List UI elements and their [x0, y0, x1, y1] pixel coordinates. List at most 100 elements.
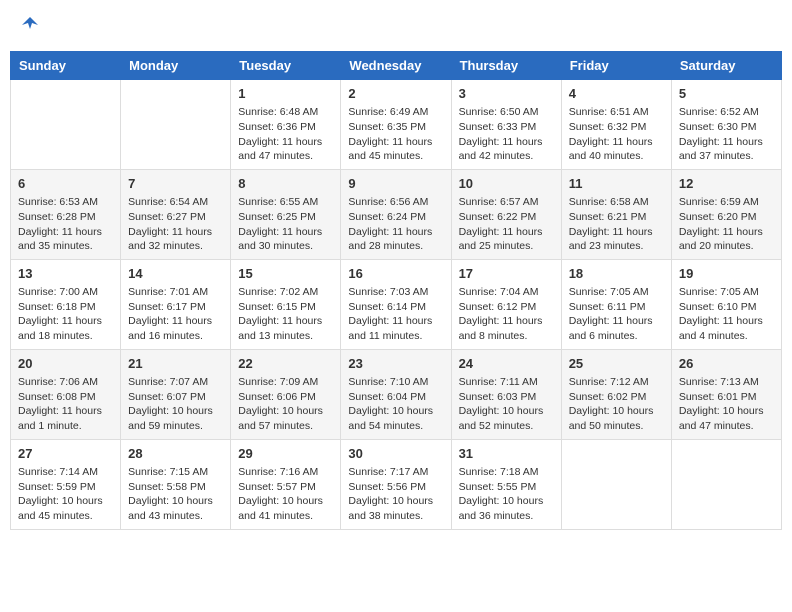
day-info: Sunrise: 7:14 AMSunset: 5:59 PMDaylight:…	[18, 465, 113, 524]
day-info: Sunrise: 7:10 AMSunset: 6:04 PMDaylight:…	[348, 375, 443, 434]
day-info: Sunrise: 7:12 AMSunset: 6:02 PMDaylight:…	[569, 375, 664, 434]
day-number: 17	[459, 265, 554, 283]
day-info: Sunrise: 6:56 AMSunset: 6:24 PMDaylight:…	[348, 195, 443, 254]
calendar-cell	[671, 439, 781, 529]
day-info: Sunrise: 7:11 AMSunset: 6:03 PMDaylight:…	[459, 375, 554, 434]
weekday-header-row: SundayMondayTuesdayWednesdayThursdayFrid…	[11, 52, 782, 80]
calendar-table: SundayMondayTuesdayWednesdayThursdayFrid…	[10, 51, 782, 530]
day-number: 7	[128, 175, 223, 193]
calendar-cell: 14Sunrise: 7:01 AMSunset: 6:17 PMDayligh…	[121, 259, 231, 349]
day-info: Sunrise: 7:00 AMSunset: 6:18 PMDaylight:…	[18, 285, 113, 344]
logo-bird-icon	[22, 15, 38, 31]
calendar-cell: 15Sunrise: 7:02 AMSunset: 6:15 PMDayligh…	[231, 259, 341, 349]
weekday-header-wednesday: Wednesday	[341, 52, 451, 80]
day-number: 12	[679, 175, 774, 193]
day-number: 22	[238, 355, 333, 373]
day-number: 26	[679, 355, 774, 373]
day-info: Sunrise: 7:04 AMSunset: 6:12 PMDaylight:…	[459, 285, 554, 344]
calendar-cell: 3 Sunrise: 6:50 AMSunset: 6:33 PMDaylight…	[451, 80, 561, 170]
calendar-cell	[121, 80, 231, 170]
day-number: 18	[569, 265, 664, 283]
calendar-cell: 29Sunrise: 7:16 AMSunset: 5:57 PMDayligh…	[231, 439, 341, 529]
day-number: 29	[238, 445, 333, 463]
day-info: Sunrise: 7:06 AMSunset: 6:08 PMDaylight:…	[18, 375, 113, 434]
day-number: 1	[238, 85, 333, 103]
day-info: Sunrise: 7:05 AMSunset: 6:11 PMDaylight:…	[569, 285, 664, 344]
day-info: Sunrise: 7:05 AMSunset: 6:10 PMDaylight:…	[679, 285, 774, 344]
calendar-cell: 27 Sunrise: 7:14 AMSunset: 5:59 PMDayligh…	[11, 439, 121, 529]
calendar-cell: 12 Sunrise: 6:59 AMSunset: 6:20 PMDayligh…	[671, 169, 781, 259]
day-info: Sunrise: 6:59 AMSunset: 6:20 PMDaylight:…	[679, 195, 774, 254]
day-info: Sunrise: 7:17 AMSunset: 5:56 PMDaylight:…	[348, 465, 443, 524]
calendar-cell: 4Sunrise: 6:51 AMSunset: 6:32 PMDaylight…	[561, 80, 671, 170]
day-info: Sunrise: 7:02 AMSunset: 6:15 PMDaylight:…	[238, 285, 333, 344]
calendar-cell: 17 Sunrise: 7:04 AMSunset: 6:12 PMDayligh…	[451, 259, 561, 349]
calendar-cell: 7 Sunrise: 6:54 AMSunset: 6:27 PMDaylight…	[121, 169, 231, 259]
day-number: 21	[128, 355, 223, 373]
day-number: 13	[18, 265, 113, 283]
day-info: Sunrise: 6:48 AMSunset: 6:36 PMDaylight:…	[238, 105, 333, 164]
day-number: 25	[569, 355, 664, 373]
day-number: 30	[348, 445, 443, 463]
calendar-cell: 2Sunrise: 6:49 AMSunset: 6:35 PMDaylight…	[341, 80, 451, 170]
day-number: 6	[18, 175, 113, 193]
calendar-week-3: 13 Sunrise: 7:00 AMSunset: 6:18 PMDayligh…	[11, 259, 782, 349]
day-number: 20	[18, 355, 113, 373]
day-number: 11	[569, 175, 664, 193]
day-info: Sunrise: 7:13 AMSunset: 6:01 PMDaylight:…	[679, 375, 774, 434]
weekday-header-thursday: Thursday	[451, 52, 561, 80]
day-info: Sunrise: 7:09 AMSunset: 6:06 PMDaylight:…	[238, 375, 333, 434]
weekday-header-saturday: Saturday	[671, 52, 781, 80]
calendar-cell: 21 Sunrise: 7:07 AMSunset: 6:07 PMDayligh…	[121, 349, 231, 439]
calendar-cell: 10 Sunrise: 6:57 AMSunset: 6:22 PMDayligh…	[451, 169, 561, 259]
day-info: Sunrise: 6:51 AMSunset: 6:32 PMDaylight:…	[569, 105, 664, 164]
calendar-cell: 24 Sunrise: 7:11 AMSunset: 6:03 PMDayligh…	[451, 349, 561, 439]
day-info: Sunrise: 7:03 AMSunset: 6:14 PMDaylight:…	[348, 285, 443, 344]
day-number: 9	[348, 175, 443, 193]
day-info: Sunrise: 6:50 AMSunset: 6:33 PMDaylight:…	[459, 105, 554, 164]
logo	[20, 15, 38, 36]
day-number: 10	[459, 175, 554, 193]
day-number: 23	[348, 355, 443, 373]
calendar-cell: 19 Sunrise: 7:05 AMSunset: 6:10 PMDayligh…	[671, 259, 781, 349]
calendar-cell: 8Sunrise: 6:55 AMSunset: 6:25 PMDaylight…	[231, 169, 341, 259]
day-info: Sunrise: 7:18 AMSunset: 5:55 PMDaylight:…	[459, 465, 554, 524]
calendar-week-4: 20 Sunrise: 7:06 AMSunset: 6:08 PMDayligh…	[11, 349, 782, 439]
day-info: Sunrise: 7:07 AMSunset: 6:07 PMDaylight:…	[128, 375, 223, 434]
calendar-cell: 22 Sunrise: 7:09 AMSunset: 6:06 PMDayligh…	[231, 349, 341, 439]
calendar-cell: 13 Sunrise: 7:00 AMSunset: 6:18 PMDayligh…	[11, 259, 121, 349]
day-info: Sunrise: 6:52 AMSunset: 6:30 PMDaylight:…	[679, 105, 774, 164]
calendar-cell: 18 Sunrise: 7:05 AMSunset: 6:11 PMDayligh…	[561, 259, 671, 349]
day-number: 28	[128, 445, 223, 463]
calendar-cell: 25 Sunrise: 7:12 AMSunset: 6:02 PMDayligh…	[561, 349, 671, 439]
calendar-cell: 20 Sunrise: 7:06 AMSunset: 6:08 PMDayligh…	[11, 349, 121, 439]
calendar-cell: 9 Sunrise: 6:56 AMSunset: 6:24 PMDaylight…	[341, 169, 451, 259]
weekday-header-tuesday: Tuesday	[231, 52, 341, 80]
calendar-cell: 26 Sunrise: 7:13 AMSunset: 6:01 PMDayligh…	[671, 349, 781, 439]
day-info: Sunrise: 6:55 AMSunset: 6:25 PMDaylight:…	[238, 195, 333, 254]
calendar-cell: 6Sunrise: 6:53 AMSunset: 6:28 PMDaylight…	[11, 169, 121, 259]
day-number: 24	[459, 355, 554, 373]
day-info: Sunrise: 7:01 AMSunset: 6:17 PMDaylight:…	[128, 285, 223, 344]
calendar-week-1: 1 Sunrise: 6:48 AMSunset: 6:36 PMDaylight…	[11, 80, 782, 170]
calendar-cell	[561, 439, 671, 529]
calendar-cell: 30 Sunrise: 7:17 AMSunset: 5:56 PMDayligh…	[341, 439, 451, 529]
day-info: Sunrise: 6:58 AMSunset: 6:21 PMDaylight:…	[569, 195, 664, 254]
calendar-cell: 1 Sunrise: 6:48 AMSunset: 6:36 PMDaylight…	[231, 80, 341, 170]
day-number: 3	[459, 85, 554, 103]
day-info: Sunrise: 6:54 AMSunset: 6:27 PMDaylight:…	[128, 195, 223, 254]
calendar-cell: 28Sunrise: 7:15 AMSunset: 5:58 PMDayligh…	[121, 439, 231, 529]
day-number: 27	[18, 445, 113, 463]
day-info: Sunrise: 6:57 AMSunset: 6:22 PMDaylight:…	[459, 195, 554, 254]
weekday-header-friday: Friday	[561, 52, 671, 80]
day-number: 16	[348, 265, 443, 283]
page-header	[10, 10, 782, 41]
day-number: 5	[679, 85, 774, 103]
weekday-header-sunday: Sunday	[11, 52, 121, 80]
calendar-cell: 11 Sunrise: 6:58 AMSunset: 6:21 PMDayligh…	[561, 169, 671, 259]
weekday-header-monday: Monday	[121, 52, 231, 80]
day-number: 19	[679, 265, 774, 283]
calendar-cell: 23 Sunrise: 7:10 AMSunset: 6:04 PMDayligh…	[341, 349, 451, 439]
calendar-week-5: 27 Sunrise: 7:14 AMSunset: 5:59 PMDayligh…	[11, 439, 782, 529]
day-info: Sunrise: 6:49 AMSunset: 6:35 PMDaylight:…	[348, 105, 443, 164]
